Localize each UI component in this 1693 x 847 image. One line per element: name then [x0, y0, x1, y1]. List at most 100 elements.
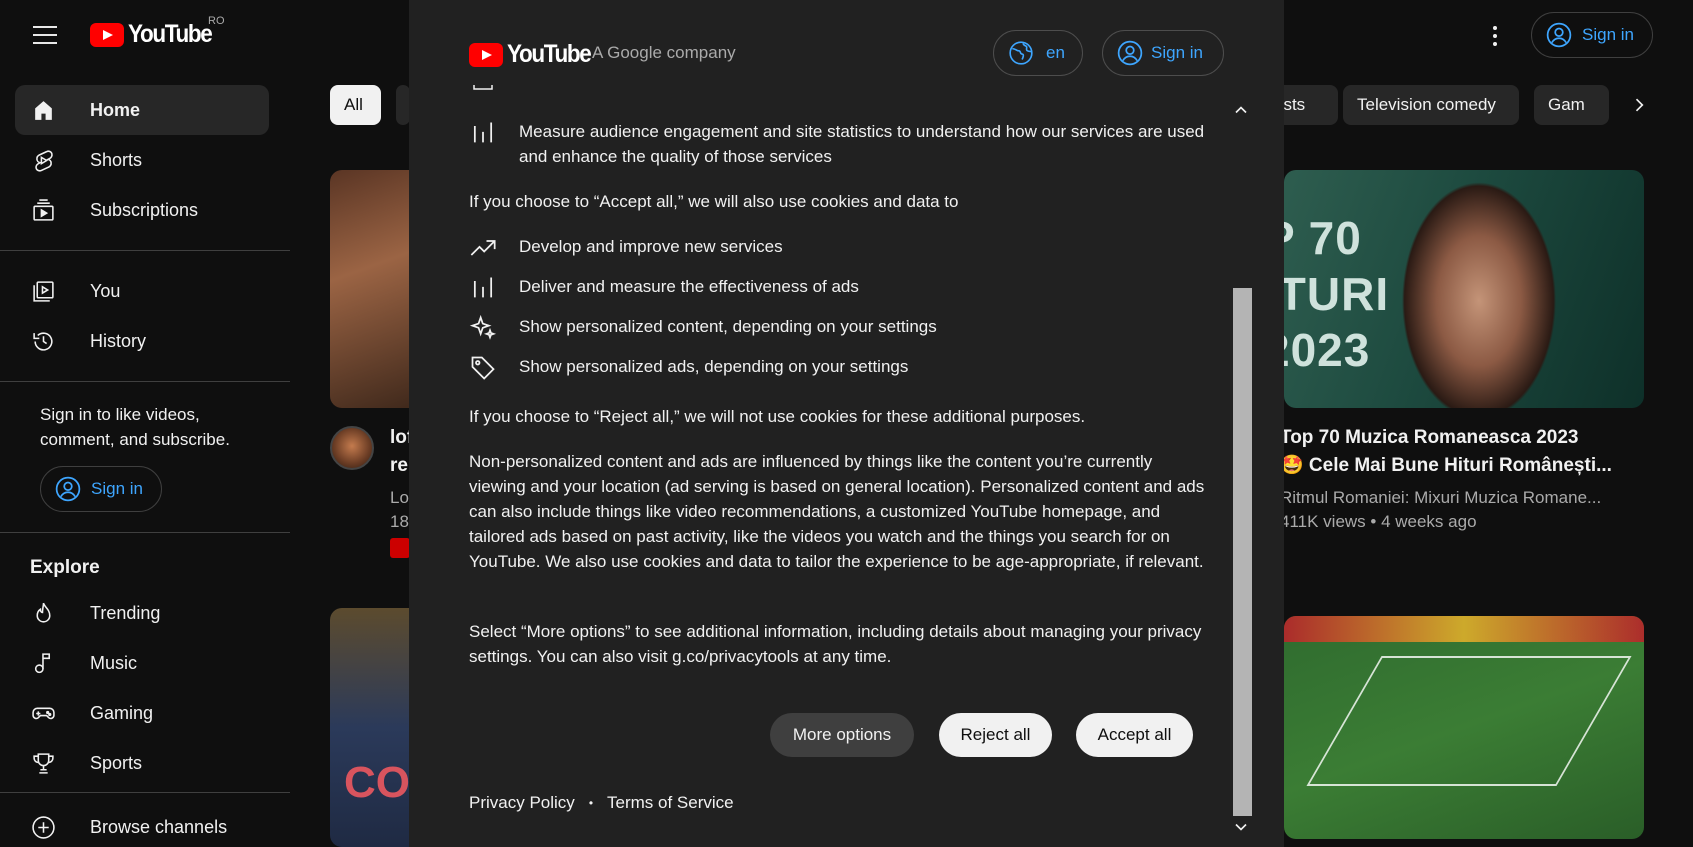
youtube-logo[interactable]: YouTube	[90, 20, 221, 49]
trending-up-icon	[470, 240, 496, 256]
account-icon	[1117, 40, 1143, 66]
thumbnail-portrait	[1394, 170, 1564, 408]
sidebar-item-subscriptions[interactable]: Subscriptions	[15, 185, 269, 235]
video-title-line[interactable]: rel	[390, 452, 409, 480]
gaming-icon	[32, 707, 55, 720]
thumbnail-text: CO	[344, 758, 410, 807]
chip-television-comedy[interactable]: Television comedy	[1343, 85, 1519, 125]
clipped-row	[469, 85, 1209, 93]
sidebar-item-label: Subscriptions	[90, 199, 199, 220]
sidebar-sign-in-label: Sign in	[91, 479, 143, 498]
accept-all-button[interactable]: Accept all	[1076, 713, 1193, 757]
consent-sign-in-button[interactable]: Sign in	[1102, 30, 1224, 76]
feature-text: Deliver and measure the effectiveness of…	[519, 277, 859, 296]
bar-chart-icon	[473, 122, 493, 143]
you-icon	[33, 281, 54, 302]
region-code: RO	[208, 15, 225, 27]
sidebar-item-music[interactable]: Music	[15, 638, 269, 688]
non-personalized-text: Non-personalized content and ads are inf…	[469, 452, 1205, 571]
sidebar-item-you[interactable]: You	[15, 266, 269, 316]
history-icon	[33, 332, 53, 351]
sidebar-item-label: Trending	[90, 602, 161, 623]
sign-in-prompt: Sign in to like videos, comment, and sub…	[40, 405, 230, 449]
sidebar-item-shorts[interactable]: Shorts	[15, 135, 269, 185]
video-title-line[interactable]: lof	[390, 424, 409, 452]
sidebar-item-label: Shorts	[90, 149, 143, 170]
globe-icon	[1009, 41, 1033, 65]
home-icon	[35, 101, 52, 120]
sidebar-item-label: Home	[90, 99, 141, 120]
google-company-label: A Google company	[592, 43, 736, 62]
video-thumbnail[interactable]	[1284, 616, 1644, 839]
more-icon[interactable]	[1486, 22, 1504, 50]
privacy-policy-link[interactable]: Privacy Policy	[469, 793, 575, 813]
chip-partial[interactable]	[396, 85, 410, 125]
sidebar: Home Shorts Subscriptions You History Si…	[0, 70, 290, 847]
sidebar-item-label: History	[90, 330, 147, 351]
sidebar-item-sports[interactable]: Sports	[15, 738, 269, 788]
consent-header: YouTube A Google company en Sign in	[409, 0, 1284, 85]
more-options-text: Select “More options” to see additional …	[469, 622, 1202, 666]
bar-chart-icon	[473, 277, 493, 298]
terms-of-service-link[interactable]: Terms of Service	[607, 793, 734, 813]
live-badge	[390, 538, 410, 558]
subscriptions-icon	[33, 199, 54, 221]
channel-avatar[interactable]	[330, 426, 374, 470]
scroll-down-arrow-icon[interactable]	[1231, 817, 1251, 837]
video-title-line[interactable]: 🤩 Cele Mai Bune Hituri Românești...	[1280, 452, 1650, 480]
consent-sign-in-label: Sign in	[1151, 43, 1203, 62]
youtube-play-icon	[90, 22, 124, 47]
video-title-line[interactable]: Top 70 Muzica Romaneasca 2023	[1280, 424, 1650, 452]
account-icon	[1546, 22, 1572, 48]
feature-text: Develop and improve new services	[519, 237, 783, 256]
consent-footer: Privacy Policy • Terms of Service	[469, 793, 734, 813]
reject-explanation-text: If you choose to “Reject all,” we will n…	[469, 407, 1086, 426]
sidebar-divider	[0, 250, 290, 251]
channel-name[interactable]: Ritmul Romaniei: Mixuri Muzica Romane...	[1280, 485, 1650, 510]
feature-text: Show personalized content, depending on …	[519, 317, 937, 336]
sidebar-divider	[0, 532, 290, 533]
video-views: 411K views • 4 weeks ago	[1280, 512, 1477, 531]
music-icon	[34, 653, 51, 674]
pitch-lines	[1306, 656, 1632, 786]
reject-all-button[interactable]: Reject all	[939, 713, 1052, 757]
chevron-right-icon[interactable]	[1622, 88, 1656, 122]
sidebar-item-label: Browse channels	[90, 816, 228, 837]
scrollbar-thumb[interactable]	[1233, 288, 1252, 816]
thumbnail-text: P 70ITURI2023	[1284, 212, 1390, 376]
trophy-icon	[33, 753, 54, 774]
clipped-icon	[473, 85, 493, 90]
language-button[interactable]: en	[993, 30, 1083, 76]
add-circle-icon	[32, 816, 55, 839]
sidebar-item-gaming[interactable]: Gaming	[15, 688, 269, 738]
sidebar-item-history[interactable]: History	[15, 316, 269, 366]
logo-wordmark: YouTube	[128, 20, 213, 48]
channel-name[interactable]: Lo	[390, 485, 409, 510]
sidebar-item-browse-channels[interactable]: Browse channels	[15, 802, 269, 847]
sidebar-item-label: You	[90, 280, 121, 301]
header-sign-in-button[interactable]: Sign in	[1531, 12, 1653, 58]
sidebar-item-label: Sports	[90, 752, 143, 773]
feature-text: Show personalized ads, depending on your…	[519, 357, 909, 376]
account-icon	[55, 476, 81, 502]
sidebar-item-trending[interactable]: Trending	[15, 588, 269, 638]
scroll-up-arrow-icon[interactable]	[1231, 100, 1251, 120]
trending-icon	[36, 602, 51, 623]
sidebar-divider	[0, 792, 290, 793]
sidebar-item-home[interactable]: Home	[15, 85, 269, 135]
feature-text: Measure audience engagement and site sta…	[519, 122, 1205, 166]
shorts-icon	[35, 150, 53, 172]
sidebar-item-label: Gaming	[90, 702, 154, 723]
sidebar-divider	[0, 381, 290, 382]
sidebar-item-label: Music	[90, 652, 138, 673]
more-options-button[interactable]: More options	[770, 713, 914, 757]
menu-icon[interactable]	[26, 18, 64, 52]
video-views: 18	[390, 512, 409, 531]
sparkle-icon	[469, 314, 497, 340]
chip-gaming[interactable]: Gam	[1534, 85, 1609, 125]
sidebar-sign-in-button[interactable]: Sign in	[40, 466, 162, 512]
footer-separator: •	[588, 796, 594, 810]
chip-all[interactable]: All	[330, 85, 381, 125]
video-thumbnail[interactable]: P 70ITURI2023	[1284, 170, 1644, 408]
explore-heading: Explore	[30, 557, 100, 578]
